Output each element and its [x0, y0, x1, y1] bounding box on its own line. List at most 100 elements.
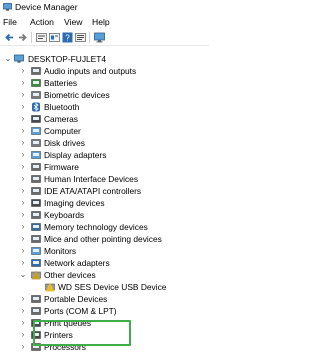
- tree-item-label: Other devices: [44, 270, 96, 280]
- mouse-icon: [31, 235, 41, 243]
- menu-file[interactable]: File: [3, 17, 17, 27]
- tree-category[interactable]: › Bluetooth: [0, 101, 209, 113]
- tree-category[interactable]: › Network adapters: [0, 257, 209, 269]
- other-devices-icon: [31, 270, 41, 280]
- tree-category[interactable]: › Portable Devices: [0, 293, 209, 305]
- chevron-right-icon[interactable]: ›: [19, 329, 27, 341]
- tree-category[interactable]: › Imaging devices: [0, 197, 209, 209]
- ide-icon: [31, 187, 41, 195]
- chevron-right-icon[interactable]: ›: [19, 161, 27, 173]
- chevron-right-icon[interactable]: ›: [19, 113, 27, 125]
- chevron-right-icon[interactable]: ›: [19, 233, 27, 245]
- tree-category[interactable]: › Cameras: [0, 113, 209, 125]
- chevron-right-icon[interactable]: ›: [19, 221, 27, 233]
- tree-category[interactable]: › Display adapters: [0, 149, 209, 161]
- unknown-device-icon: [45, 282, 55, 292]
- tree-item-label: Mice and other pointing devices: [44, 234, 162, 244]
- properties-icon[interactable]: [36, 32, 47, 43]
- computer-icon: [14, 54, 24, 63]
- tree-category[interactable]: › Ports (COM & LPT): [0, 305, 209, 317]
- title-bar: Device Manager: [0, 0, 209, 15]
- chevron-right-icon[interactable]: ›: [19, 257, 27, 269]
- camera-icon: [31, 115, 41, 123]
- svg-text:?: ?: [65, 34, 70, 43]
- chevron-right-icon[interactable]: ›: [19, 209, 27, 221]
- tree-item-label: Monitors: [44, 246, 77, 256]
- chevron-right-icon[interactable]: ›: [19, 305, 27, 317]
- tree-item-label: Display adapters: [44, 150, 107, 160]
- tree-category[interactable]: › Disk drives: [0, 137, 209, 149]
- chevron-down-icon[interactable]: ⌄: [4, 53, 12, 65]
- tree-category[interactable]: › Mice and other pointing devices: [0, 233, 209, 245]
- tree-category[interactable]: › Firmware: [0, 161, 209, 173]
- chevron-right-icon[interactable]: ›: [19, 65, 27, 77]
- network-icon: [31, 259, 41, 267]
- tree-child-item[interactable]: WD SES Device USB Device: [0, 281, 209, 293]
- tree-category[interactable]: ⌄ Other devices: [0, 269, 209, 281]
- tree-item-label: IDE ATA/ATAPI controllers: [44, 186, 142, 196]
- chevron-right-icon[interactable]: ›: [19, 185, 27, 197]
- tree-item-label: Memory technology devices: [44, 222, 148, 232]
- tree-item-label: Firmware: [44, 162, 79, 172]
- tree-item-label: Audio inputs and outputs: [44, 66, 137, 76]
- forward-arrow-icon[interactable]: [17, 32, 28, 43]
- chevron-right-icon[interactable]: ›: [19, 317, 27, 329]
- chevron-right-icon[interactable]: ›: [19, 245, 27, 257]
- chevron-right-icon[interactable]: ›: [19, 149, 27, 161]
- disk-icon: [31, 139, 41, 147]
- monitor-icon[interactable]: [94, 32, 105, 43]
- chevron-right-icon[interactable]: ›: [19, 341, 27, 353]
- tree-item-label: Network adapters: [44, 258, 110, 268]
- battery-icon: [31, 79, 41, 87]
- display-icon: [31, 151, 41, 159]
- menu-bar: File Action View Help: [0, 15, 209, 29]
- tree-category[interactable]: › Keyboards: [0, 209, 209, 221]
- tree-category[interactable]: › Monitors: [0, 245, 209, 257]
- tree-item-label: Portable Devices: [44, 294, 108, 304]
- chevron-right-icon[interactable]: ›: [19, 197, 27, 209]
- properties-sheet-icon[interactable]: [75, 32, 86, 43]
- chevron-right-icon[interactable]: ›: [19, 137, 27, 149]
- tree-item-label: Batteries: [44, 78, 78, 88]
- tree-item-label: Imaging devices: [44, 198, 105, 208]
- toolbar-separator: [89, 32, 90, 43]
- firmware-icon: [31, 163, 41, 171]
- imaging-icon: [31, 199, 41, 207]
- menu-help[interactable]: Help: [92, 17, 110, 27]
- hid-icon: [31, 175, 41, 183]
- chevron-right-icon[interactable]: ›: [19, 89, 27, 101]
- tree-category[interactable]: › Audio inputs and outputs: [0, 65, 209, 77]
- help-icon[interactable]: ?: [62, 32, 73, 43]
- portable-icon: [31, 295, 41, 303]
- toolbar: ?: [0, 29, 209, 46]
- tree-item-label: WD SES Device USB Device: [58, 282, 167, 292]
- tree-item-label: Ports (COM & LPT): [44, 306, 117, 316]
- toolbar-separator: [31, 32, 32, 43]
- chevron-right-icon[interactable]: ›: [19, 125, 27, 137]
- tree-item-label: Keyboards: [44, 210, 85, 220]
- monitor-icon: [31, 247, 41, 255]
- tree-category[interactable]: › Batteries: [0, 77, 209, 89]
- show-hidden-icon[interactable]: [49, 32, 60, 43]
- speaker-icon: [31, 67, 41, 75]
- tree-category[interactable]: › IDE ATA/ATAPI controllers: [0, 185, 209, 197]
- computer-icon: [31, 127, 41, 135]
- menu-view[interactable]: View: [64, 17, 82, 27]
- tree-root-label: DESKTOP-FUJLET4: [28, 54, 107, 64]
- chevron-right-icon[interactable]: ›: [19, 173, 27, 185]
- tree-item-label: Cameras: [44, 114, 78, 124]
- highlight-annotation: [33, 320, 131, 346]
- menu-action[interactable]: Action: [30, 17, 54, 27]
- tree-item-label: Computer: [44, 126, 81, 136]
- tree-category[interactable]: › Computer: [0, 125, 209, 137]
- tree-category[interactable]: › Memory technology devices: [0, 221, 209, 233]
- tree-category[interactable]: › Human Interface Devices: [0, 173, 209, 185]
- chevron-right-icon[interactable]: ›: [19, 293, 27, 305]
- chevron-down-icon[interactable]: ⌄: [19, 269, 27, 281]
- tree-root[interactable]: ⌄ DESKTOP-FUJLET4: [0, 53, 209, 65]
- back-arrow-icon[interactable]: [4, 32, 15, 43]
- keyboard-icon: [31, 211, 41, 219]
- chevron-right-icon[interactable]: ›: [19, 101, 27, 113]
- chevron-right-icon[interactable]: ›: [19, 77, 27, 89]
- tree-category[interactable]: › Biometric devices: [0, 89, 209, 101]
